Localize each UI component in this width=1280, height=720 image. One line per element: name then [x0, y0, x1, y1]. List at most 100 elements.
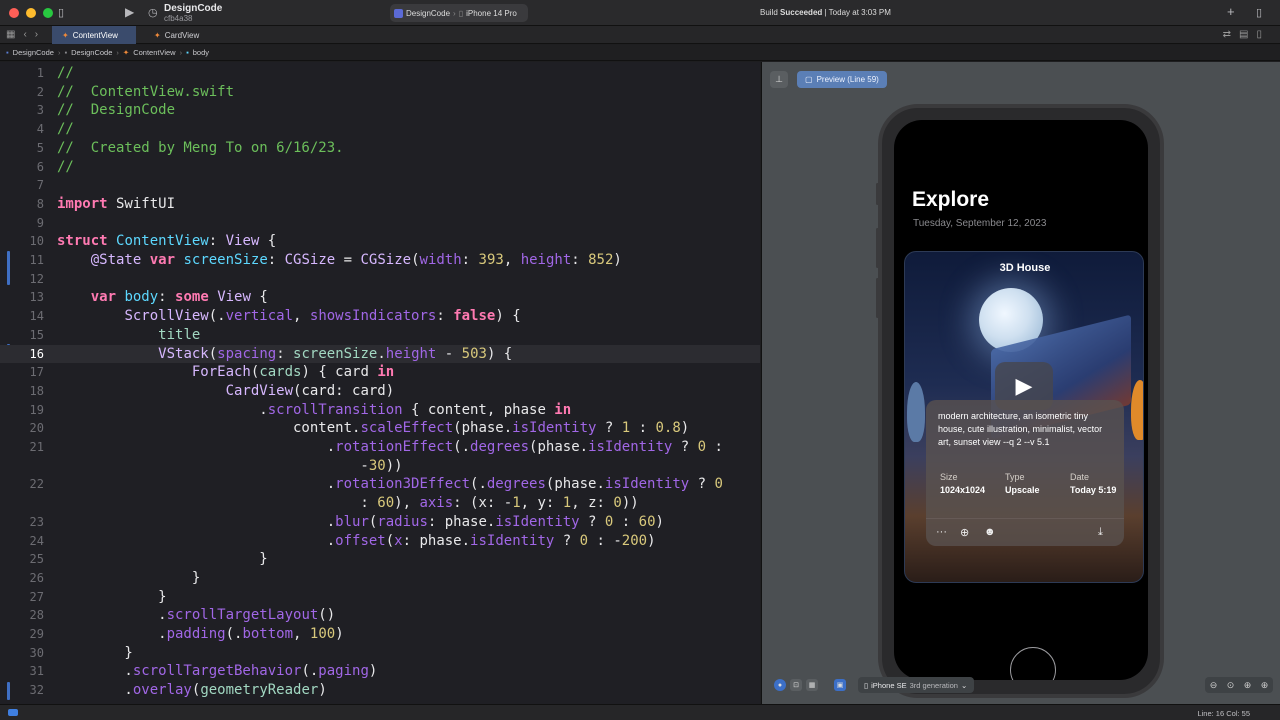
more-icon[interactable]: ···: [936, 526, 947, 538]
meta-key: Type: [1005, 472, 1025, 482]
code-line: 30 }: [0, 644, 760, 663]
inspector-toggle-icon[interactable]: ▯: [1256, 6, 1262, 19]
preview-selector[interactable]: ▢ Preview (Line 59): [797, 71, 887, 88]
line-number: 8: [36, 196, 44, 211]
line-number: 10: [29, 234, 44, 249]
card-meta: Size 1024x1024 Type Upscale Date Today 5…: [940, 472, 1135, 495]
code-line: 22 .rotation3DEffect(.degrees(phase.isId…: [0, 475, 760, 494]
variants-icon[interactable]: ▦: [806, 679, 818, 691]
tab-label: CardView: [164, 30, 200, 40]
code-line: 6//: [0, 158, 760, 177]
chevron-down-icon: ⌄: [960, 680, 968, 690]
code-line-current: 16 VStack(spacing: screenSize.height - 5…: [0, 344, 760, 364]
app-target-icon: [394, 8, 403, 18]
code-line: 18 CardView(card: card): [0, 382, 760, 401]
zoom-window-button[interactable]: [43, 8, 53, 18]
project-icon: ▪: [6, 48, 9, 57]
code-line: 11 @State var screenSize: CGSize = CGSiz…: [0, 251, 760, 270]
code-line: 26 }: [0, 569, 760, 588]
code-line: 1//: [0, 64, 760, 83]
line-number: 32: [29, 683, 44, 698]
code-line: 20 content.scaleEffect(phase.isIdentity …: [0, 419, 760, 438]
live-preview-icon[interactable]: ●: [774, 679, 786, 691]
sidebar-toggle-icon[interactable]: ▯: [58, 6, 64, 19]
meta-key: Size: [940, 472, 958, 482]
zoom-fit-icon[interactable]: ⊙: [1227, 680, 1235, 691]
card-info-panel: modern architecture, an isometric tiny h…: [926, 400, 1124, 546]
card-toolbar: ··· ⊕ ☻ ⤓: [926, 518, 1124, 546]
debug-area-toggle-icon[interactable]: [8, 709, 18, 716]
selectable-icon[interactable]: ⊡: [790, 679, 802, 691]
zoom-in-icon[interactable]: ⊕: [1244, 680, 1252, 691]
minimize-window-button[interactable]: [26, 8, 36, 18]
card-description: modern architecture, an isometric tiny h…: [938, 411, 1103, 447]
download-icon[interactable]: ⤓: [1098, 526, 1103, 539]
device-selector[interactable]: ▯ iPhone SE 3rd generation ⌄: [858, 677, 974, 693]
preview-icon: ▢: [805, 75, 813, 84]
build-status: Build Succeeded | Today at 3:03 PM: [760, 8, 891, 17]
line-number: 27: [29, 589, 44, 604]
line-number: 15: [29, 327, 44, 342]
run-icon[interactable]: ▶: [125, 5, 134, 19]
breadcrumb-item[interactable]: DesignCode: [71, 48, 112, 57]
code-line: 27 }: [0, 588, 760, 607]
chevron-right-icon: ›: [453, 8, 456, 18]
code-line: 24 .offset(x: phase.isIdentity ? 0 : -20…: [0, 532, 760, 551]
line-number: 13: [29, 290, 44, 305]
destination-project: DesignCode: [406, 8, 451, 18]
code-line: 28 .scrollTargetLayout(): [0, 606, 760, 625]
device-frame: Explore Tuesday, September 12, 2023 3D H…: [876, 104, 1164, 698]
code-line: 29 .padding(.bottom, 100): [0, 625, 760, 644]
meta-value: 1024x1024: [940, 485, 986, 495]
scheme-selector[interactable]: DesignCode cfb4a38: [164, 3, 222, 23]
zoom-actual-icon[interactable]: ⊕: [1261, 680, 1269, 691]
close-window-button[interactable]: [9, 8, 19, 18]
line-number: 30: [29, 645, 44, 660]
device-settings-icon[interactable]: ▣: [834, 679, 846, 691]
line-number: 25: [29, 552, 44, 567]
chevron-right-icon: ›: [116, 48, 119, 57]
editor-options-icon[interactable]: ⇄▤▯: [1223, 29, 1270, 40]
line-number: 20: [29, 421, 44, 436]
code-editor[interactable]: 1// 2// ContentView.swift 3// DesignCode…: [0, 62, 760, 704]
code-line: 2// ContentView.swift: [0, 83, 760, 102]
code-line: 21 .rotationEffect(.degrees(phase.isIden…: [0, 438, 760, 457]
code-line: -30)): [57, 457, 403, 474]
line-number: 26: [29, 570, 44, 585]
zoom-out-icon[interactable]: ⊖: [1210, 680, 1218, 691]
breadcrumb-item[interactable]: DesignCode: [13, 48, 54, 57]
line-number: 28: [29, 608, 44, 623]
code-line: 13 var body: some View {: [0, 288, 760, 307]
run-destination[interactable]: DesignCode › ▯ iPhone 14 Pro: [390, 4, 528, 22]
code-line: 10 struct ContentView: View {: [0, 232, 760, 251]
line-number: 29: [29, 627, 44, 641]
image-card[interactable]: 3D House ▶ modern architecture, an isome…: [904, 251, 1144, 583]
breadcrumb-item[interactable]: body: [193, 48, 209, 57]
device-side-button: [876, 278, 879, 318]
cursor-position: Line: 16 Col: 55: [1197, 709, 1250, 718]
line-number: 6: [36, 159, 44, 174]
line-number: 1: [36, 66, 44, 80]
device-screen[interactable]: Explore Tuesday, September 12, 2023 3D H…: [894, 120, 1148, 680]
add-icon[interactable]: +: [1227, 4, 1235, 19]
app-date: Tuesday, September 12, 2023: [913, 218, 1047, 229]
zoom-icon[interactable]: ⊕: [960, 526, 969, 539]
swift-file-icon: ✦: [122, 48, 130, 57]
line-number: 4: [36, 122, 44, 137]
device-icon: ▯: [458, 8, 464, 18]
meta-value: Today 5:19: [1070, 485, 1117, 495]
line-number: 11: [29, 253, 44, 267]
zoom-controls: ⊖ ⊙ ⊕ ⊕: [1205, 677, 1273, 693]
title-bar: ▯ ▶ ◷ DesignCode cfb4a38 DesignCode › ▯ …: [0, 0, 1280, 26]
tab-cardview[interactable]: ✦ CardView: [144, 26, 228, 44]
breadcrumb-item[interactable]: ContentView: [133, 48, 175, 57]
line-number: 5: [36, 140, 44, 155]
swift-file-icon: ✦: [154, 30, 161, 40]
line-number: 3: [36, 103, 44, 118]
tab-contentview[interactable]: ✦ ContentView: [52, 26, 136, 44]
line-number: 22: [29, 477, 44, 492]
breadcrumb: ▪ DesignCode › ▪ DesignCode › ✦ ContentVie…: [0, 45, 1280, 61]
navigation-arrows-icon[interactable]: ▦‹›: [6, 29, 46, 40]
emoji-icon[interactable]: ☻: [984, 526, 996, 538]
pin-icon[interactable]: ⊥: [770, 71, 788, 88]
